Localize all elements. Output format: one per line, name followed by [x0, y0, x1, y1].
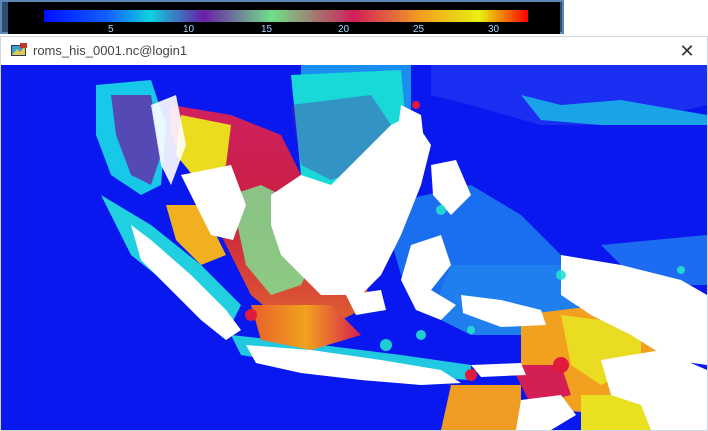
image-window: roms_his_0001.nc@login1 ✕ — [0, 36, 708, 431]
island-rim — [467, 326, 475, 334]
window-title: roms_his_0001.nc@login1 — [33, 43, 188, 58]
close-button[interactable]: ✕ — [667, 37, 707, 65]
sst-map-image[interactable] — [1, 65, 707, 430]
colorbar: 5 10 15 20 25 30 — [44, 10, 528, 34]
island-rim — [677, 266, 685, 274]
close-icon: ✕ — [679, 40, 695, 61]
hot-spot — [245, 309, 257, 321]
land-islands — [471, 363, 526, 377]
colorbar-tick-label: 10 — [183, 24, 195, 34]
ncview-app-icon — [11, 43, 27, 56]
island-rim — [380, 339, 392, 351]
colorbar-tick-label: 20 — [338, 24, 350, 34]
colorbar-tick-label: 30 — [488, 24, 500, 34]
warm-sea-south — [441, 385, 521, 430]
hot-spot — [412, 101, 420, 109]
colorbar-gradient — [44, 10, 528, 22]
colorbar-tick-label: 15 — [261, 24, 273, 34]
hot-spot — [465, 369, 477, 381]
colorbar-tick-label: 25 — [413, 24, 425, 34]
map-canvas — [1, 65, 707, 430]
colorbar-panel: 5 10 15 20 25 30 — [8, 2, 560, 34]
island-rim — [436, 205, 446, 215]
colorbar-tick-label: 5 — [108, 24, 114, 34]
island-rim — [556, 270, 566, 280]
title-bar[interactable]: roms_his_0001.nc@login1 ✕ — [1, 37, 707, 65]
hot-spot — [553, 357, 569, 373]
island-rim — [416, 330, 426, 340]
colorbar-window: 5 10 15 20 25 30 — [0, 0, 564, 34]
